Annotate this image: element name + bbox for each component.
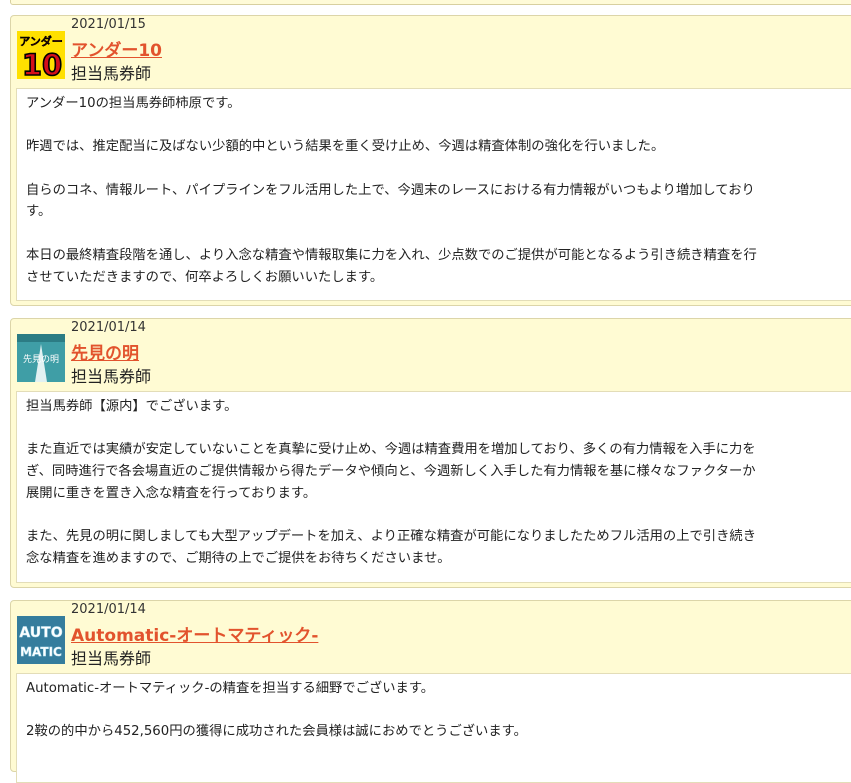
post-role: 担当馬券師 [71,649,152,668]
post-text-gap [26,700,851,722]
post-text-line: ぎ、同時進行で各会場直近のご提供情報から得たデータや傾向と、今週新しく入手した有… [26,464,756,480]
post-text-line: Automatic-オートマティック-の精査を担当する細野でございます。 [26,681,435,696]
post-title-link[interactable]: アンダー10 [71,36,162,61]
post-card-senken: 先見の明 2021/01/14 先見の明 担当馬券師 担当馬券師【源内】でござい… [10,318,851,588]
post-title-link[interactable]: Automatic-オートマティック- [71,621,318,646]
post-text-gap [26,223,851,245]
svg-text:MATIC: MATIC [20,645,62,659]
senken-no-mei-logo-icon[interactable]: 先見の明 [17,334,65,382]
post-text-line: また、先見の明に関しましても大型アップデートを加え、より正確な精査が可能になりま… [26,529,756,545]
automatic-logo-icon[interactable]: AUTO MATIC [17,616,65,664]
post-card-under10: アンダー 10 2021/01/15 アンダー10 担当馬券師 アンダー10の担… [10,15,851,306]
post-header: AUTO MATIC 2021/01/14 Automatic-オートマティック… [11,601,851,669]
post-text-gap [26,418,851,440]
post-text-line: 自らのコネ、情報ルート、パイプラインをフル活用した上で、今週末のレースにおける有… [26,182,755,198]
post-text-line: させていただきますので、何卒よろしくお願いいたします。 [26,269,384,285]
under10-logo-icon[interactable]: アンダー 10 [17,31,65,79]
svg-text:アンダー: アンダー [19,34,63,48]
post-role: 担当馬券師 [71,64,152,83]
post-date: 2021/01/14 [71,320,146,335]
svg-text:AUTO: AUTO [19,625,62,641]
post-title-link[interactable]: 先見の明 [71,339,139,364]
post-text-line: 2鞍の的中から452,560円の獲得に成功された会員様は誠におめでとうございます… [26,724,527,740]
post-header: 先見の明 2021/01/14 先見の明 担当馬券師 [11,319,851,387]
svg-text:10: 10 [22,48,62,79]
post-text-line: す。 [26,204,52,220]
post-body: Automatic-オートマティック-の精査を担当する細野でございます。 2鞍の… [16,673,851,783]
svg-text:先見の明: 先見の明 [23,353,59,365]
previous-card-edge [10,0,851,5]
post-body: アンダー10の担当馬券師柿原です。 昨週では、推定配当に及ばない少額的中という結… [16,88,851,301]
post-text-line: アンダー10の担当馬券師柿原です。 [26,96,241,111]
post-date: 2021/01/15 [71,17,146,32]
post-text-line: 昨週では、推定配当に及ばない少額的中という結果を重く受け止め、今週は精査体制の強… [26,139,665,155]
post-text-line: 本日の最終精査段階を通し、より入念な精査や情報取集に力を入れ、少点数でのご提供が… [26,247,757,263]
post-text-gap [26,505,851,527]
post-role: 担当馬券師 [71,367,152,386]
post-text-line: また直近では実績が安定していないことを真摯に受け止め、今週は精査費用を増加してお… [26,442,756,458]
post-body: 担当馬券師【源内】でございます。 また直近では実績が安定していないことを真摯に受… [16,391,851,583]
post-text-line: 展開に重きを置き入念な精査を行っております。 [26,485,317,501]
post-text-line: 念な精査を進めますので、ご期待の上でご提供をお待ちくださいませ。 [26,550,451,566]
post-text-line: 担当馬券師【源内】でございます。 [26,399,238,414]
post-text-gap [26,115,851,137]
post-text-gap [26,158,851,180]
post-card-automatic: AUTO MATIC 2021/01/14 Automatic-オートマティック… [10,600,851,783]
post-date: 2021/01/14 [71,602,146,617]
post-header: アンダー 10 2021/01/15 アンダー10 担当馬券師 [11,16,851,84]
